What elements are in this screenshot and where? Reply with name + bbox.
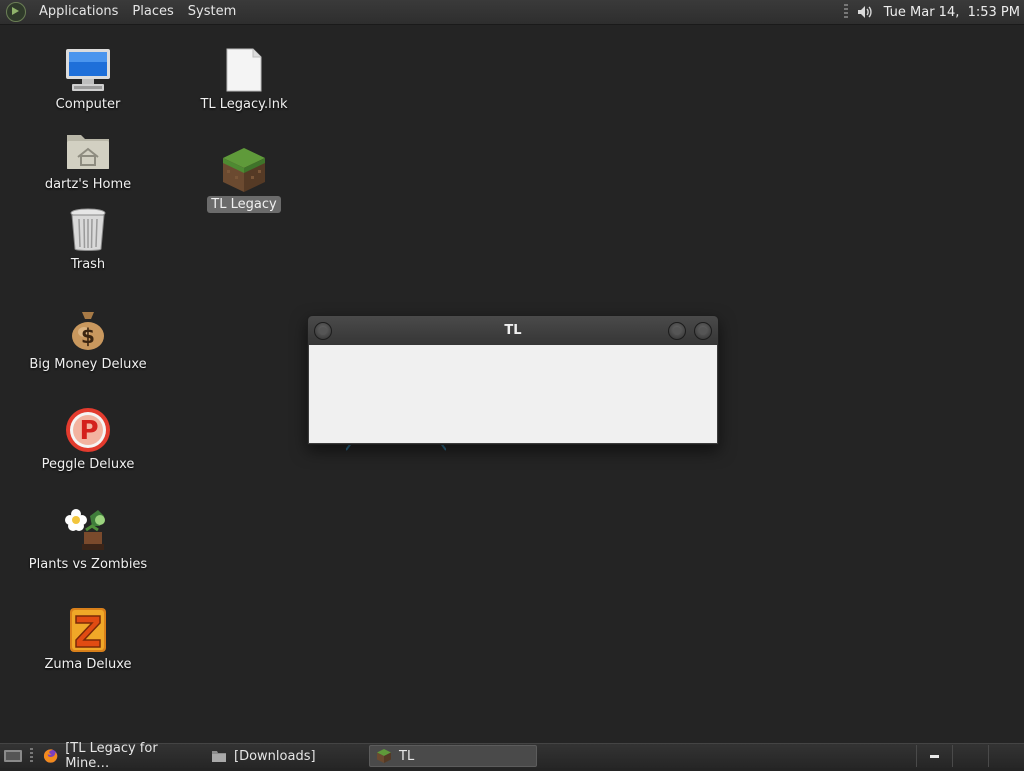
desktop-icon-label: Trash [70, 257, 106, 272]
firefox-icon [43, 749, 58, 763]
money-bag-icon: $ [64, 306, 112, 354]
folder-icon [212, 751, 226, 762]
desktop-icon-home[interactable]: dartz's Home [18, 126, 158, 193]
task-tl[interactable]: TL [369, 745, 537, 767]
computer-icon [64, 46, 112, 94]
window-content [309, 345, 717, 443]
task-label: [TL Legacy for Mine… [65, 741, 158, 771]
desktop-icon-big-money[interactable]: $ Big Money Deluxe [18, 306, 158, 373]
svg-text:$: $ [81, 324, 95, 348]
panel-grip[interactable] [843, 4, 848, 20]
window-title: TL [504, 323, 522, 338]
workspace-3[interactable] [988, 745, 1024, 767]
desktop-icon-trash[interactable]: Trash [18, 206, 158, 273]
bottom-panel: [TL Legacy for Mine… [Downloads] TL [0, 741, 1024, 771]
panel-grip[interactable] [30, 748, 33, 764]
task-label: [Downloads] [234, 748, 316, 764]
zuma-icon [64, 606, 112, 654]
desktop-icon-label: TL Legacy [207, 196, 281, 213]
window-titlebar[interactable]: TL [308, 316, 718, 345]
task-downloads[interactable]: [Downloads] [205, 745, 369, 767]
task-label: TL [399, 748, 415, 764]
grass-block-icon [220, 146, 268, 194]
desktop-icon-label: Big Money Deluxe [29, 357, 147, 372]
desktop-icon-computer[interactable]: Computer [18, 46, 158, 113]
trash-icon [64, 206, 112, 254]
top-panel: Applications Places System Tue Mar 14, 1… [0, 0, 1024, 25]
volume-icon[interactable] [856, 3, 874, 21]
desktop-icon-zuma[interactable]: Zuma Deluxe [18, 606, 158, 673]
clock[interactable]: Tue Mar 14, 1:53 PM [884, 5, 1020, 20]
show-desktop-icon[interactable] [3, 748, 23, 764]
applications-menu[interactable]: Applications [32, 0, 125, 24]
grass-block-icon [377, 749, 391, 763]
distro-logo-icon[interactable] [6, 2, 26, 22]
tl-window[interactable]: TL [307, 315, 719, 445]
places-menu[interactable]: Places [125, 0, 180, 24]
desktop-icon-peggle[interactable]: P Peggle Deluxe [18, 406, 158, 473]
desktop-icon-label: Zuma Deluxe [44, 657, 132, 672]
desktop-icon-plants-vs-zombies[interactable]: Plants vs Zombies [18, 506, 158, 573]
desktop-icon-label: Peggle Deluxe [41, 457, 135, 472]
system-menu[interactable]: System [181, 0, 243, 24]
desktop-icon-tl-legacy[interactable]: TL Legacy [174, 146, 314, 213]
home-folder-icon [64, 126, 112, 174]
workspace-1[interactable] [916, 745, 952, 767]
maximize-button[interactable] [694, 322, 712, 340]
desktop-icon-label: TL Legacy.lnk [200, 97, 288, 112]
desktop-icon-label: dartz's Home [44, 177, 132, 192]
minimized-window-marker [930, 754, 939, 758]
file-icon [220, 46, 268, 94]
svg-text:P: P [79, 416, 98, 446]
task-firefox[interactable]: [TL Legacy for Mine… [37, 741, 205, 771]
desktop-icon-tl-legacy-lnk[interactable]: TL Legacy.lnk [174, 46, 314, 113]
desktop-icon-label: Computer [55, 97, 121, 112]
desktop-icon-label: Plants vs Zombies [28, 557, 148, 572]
plants-vs-zombies-icon [64, 506, 112, 554]
workspace-2[interactable] [952, 745, 988, 767]
minimize-button[interactable] [668, 322, 686, 340]
peggle-icon: P [64, 406, 112, 454]
